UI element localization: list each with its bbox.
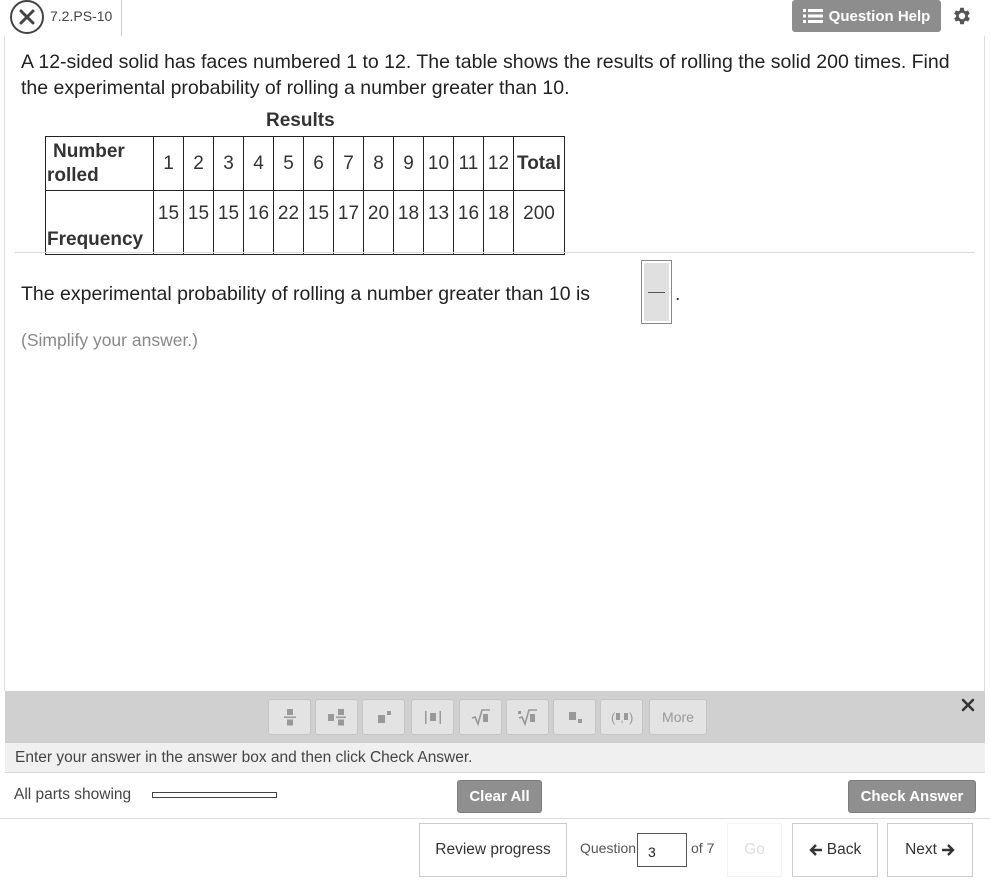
answer-prompt: The experimental probability of rolling …	[21, 283, 591, 305]
close-icon[interactable]	[10, 0, 44, 34]
arrow-right-icon	[941, 844, 955, 856]
table-title: Results	[266, 110, 335, 131]
frame-border-left	[4, 36, 5, 691]
exponent-tool-button[interactable]	[362, 699, 405, 735]
table-cell: 22	[273, 190, 304, 255]
question-label: Question	[580, 840, 637, 856]
parts-progress-bar	[152, 792, 277, 798]
row-header-line: rolled	[47, 164, 99, 186]
fraction-answer-box[interactable]	[641, 260, 672, 324]
simplify-hint: (Simplify your answer.)	[21, 330, 198, 350]
table-cell: 1	[153, 136, 184, 191]
table-cell: 16	[453, 190, 484, 255]
back-label: Back	[826, 841, 862, 858]
exponent-icon	[377, 711, 391, 723]
table-cell: 15	[153, 190, 184, 255]
close-toolbar-icon[interactable]	[960, 697, 976, 713]
nth-root-tool-button[interactable]	[506, 699, 549, 735]
table-cell: 15	[303, 190, 334, 255]
absolute-value-tool-button[interactable]	[411, 699, 454, 735]
next-button[interactable]: Next	[887, 823, 973, 877]
svg-text:,: ,	[620, 713, 623, 725]
square-root-tool-button[interactable]	[459, 699, 502, 735]
list-icon	[802, 9, 823, 23]
table-cell: 10	[423, 136, 454, 191]
table-cell: 12	[483, 136, 514, 191]
fraction-icon	[283, 709, 296, 726]
nth-root-icon	[517, 709, 537, 727]
table-cell: 13	[423, 190, 454, 255]
gear-icon[interactable]	[951, 5, 973, 27]
more-tools-button[interactable]: More	[649, 699, 707, 735]
question-number-input[interactable]	[637, 833, 687, 867]
problem-text: A 12-sided solid has faces numbered 1 to…	[21, 51, 950, 99]
square-root-icon	[471, 709, 490, 727]
table-cell: 15	[183, 190, 214, 255]
absolute-value-icon	[424, 711, 441, 724]
check-answer-button[interactable]: Check Answer	[848, 780, 976, 813]
total-value: 200	[513, 190, 565, 255]
frame-border-right	[984, 36, 985, 691]
results-table: Number rolled 1 2 3 4 5 6 7 8 9 10 11 12…	[45, 136, 565, 255]
svg-text:): )	[629, 710, 633, 725]
question-help-label: Question Help	[828, 7, 931, 25]
instruction-text: Enter your answer in the answer box and …	[15, 749, 473, 766]
next-label: Next	[905, 841, 937, 858]
table-cell: 6	[303, 136, 334, 191]
subscript-icon	[568, 712, 582, 723]
go-button[interactable]: Go	[727, 823, 782, 877]
ordered-pair-tool-button[interactable]: (,)	[600, 699, 643, 735]
fraction-bar	[648, 292, 665, 293]
table-cell: 20	[363, 190, 394, 255]
arrow-left-icon	[809, 844, 822, 856]
subscript-tool-button[interactable]	[553, 699, 596, 735]
table-cell: 2	[183, 136, 214, 191]
divider	[15, 252, 975, 253]
row-header-number-rolled: Number rolled	[45, 136, 154, 191]
svg-text:(: (	[611, 710, 616, 725]
table-cell: 8	[363, 136, 394, 191]
total-header: Total	[513, 136, 565, 191]
answer-suffix: .	[675, 283, 681, 305]
table-cell: 7	[333, 136, 364, 191]
review-progress-button[interactable]: Review progress	[419, 823, 567, 877]
table-cell: 4	[243, 136, 274, 191]
table-cell: 3	[213, 136, 244, 191]
mixed-number-tool-button[interactable]	[315, 699, 358, 735]
clear-all-button[interactable]: Clear All	[457, 780, 542, 813]
table-cell: 18	[393, 190, 424, 255]
table-row: Number rolled 1 2 3 4 5 6 7 8 9 10 11 12…	[45, 136, 565, 191]
row-header-line: Number	[53, 140, 125, 162]
ordered-pair-icon: (,)	[611, 710, 633, 725]
question-id: 7.2.PS-10	[44, 0, 123, 36]
table-cell: 5	[273, 136, 304, 191]
table-cell: 15	[213, 190, 244, 255]
question-help-button[interactable]: Question Help	[792, 0, 941, 32]
fraction-tool-button[interactable]	[268, 699, 311, 735]
table-cell: 16	[243, 190, 274, 255]
table-cell: 11	[453, 136, 484, 191]
question-count: of 7	[691, 840, 715, 856]
table-cell: 9	[393, 136, 424, 191]
table-cell: 17	[333, 190, 364, 255]
row-header-line: Frequency	[47, 229, 144, 250]
table-cell: 18	[483, 190, 514, 255]
row-header-frequency: Frequency	[45, 190, 154, 255]
mixed-number-icon	[327, 709, 346, 726]
table-row: Frequency 15 15 15 16 22 15 17 20 18 13 …	[45, 190, 565, 255]
parts-label: All parts showing	[14, 786, 132, 803]
back-button[interactable]: Back	[792, 823, 878, 877]
